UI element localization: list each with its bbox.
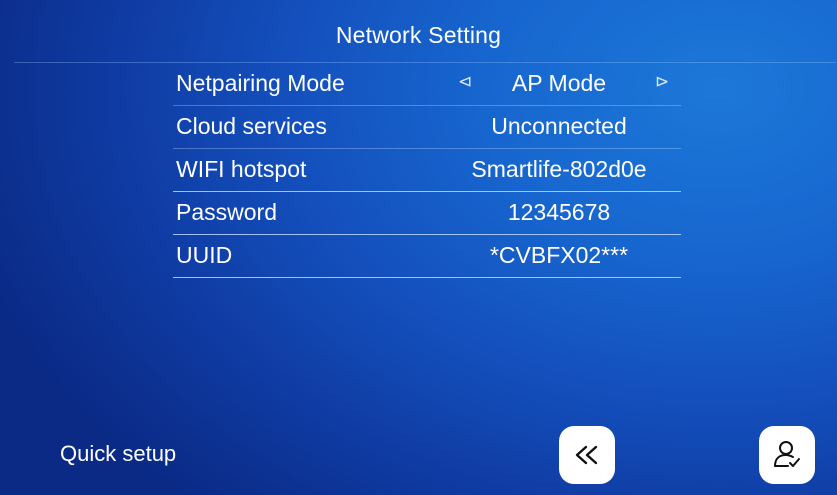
double-chevron-left-icon <box>575 445 598 465</box>
password-label: Password <box>176 199 277 225</box>
mode-next-arrow-icon[interactable]: ⊳ <box>655 71 669 93</box>
uuid-row[interactable]: UUID *CVBFX02*** <box>173 235 681 278</box>
cloud-services-label: Cloud services <box>176 113 327 139</box>
netpairing-mode-row[interactable]: Netpairing Mode ⊲ AP Mode ⊳ <box>173 63 681 106</box>
quick-setup-label: Quick setup <box>60 441 177 466</box>
cloud-services-row[interactable]: Cloud services Unconnected <box>173 106 681 149</box>
cloud-services-value: Unconnected <box>491 113 627 139</box>
user-check-icon <box>774 441 800 467</box>
netpairing-mode-value: AP Mode <box>511 70 607 96</box>
page-title: Network Setting <box>335 22 502 48</box>
settings-list: Netpairing Mode ⊲ AP Mode ⊳ Cloud servic… <box>173 63 681 278</box>
network-setting-screen: Network Setting Netpairing Mode ⊲ AP Mod… <box>0 0 837 495</box>
user-settings-button[interactable] <box>759 426 815 484</box>
password-row[interactable]: Password 12345678 <box>173 192 681 235</box>
wifi-hotspot-value: Smartlife-802d0e <box>471 156 647 182</box>
wifi-hotspot-row[interactable]: WIFI hotspot Smartlife-802d0e <box>173 149 681 192</box>
uuid-value: *CVBFX02*** <box>489 242 629 268</box>
back-button[interactable] <box>559 426 615 484</box>
password-value: 12345678 <box>507 199 611 225</box>
wifi-hotspot-label: WIFI hotspot <box>176 156 307 182</box>
uuid-label: UUID <box>176 242 233 268</box>
netpairing-mode-label: Netpairing Mode <box>176 70 345 96</box>
